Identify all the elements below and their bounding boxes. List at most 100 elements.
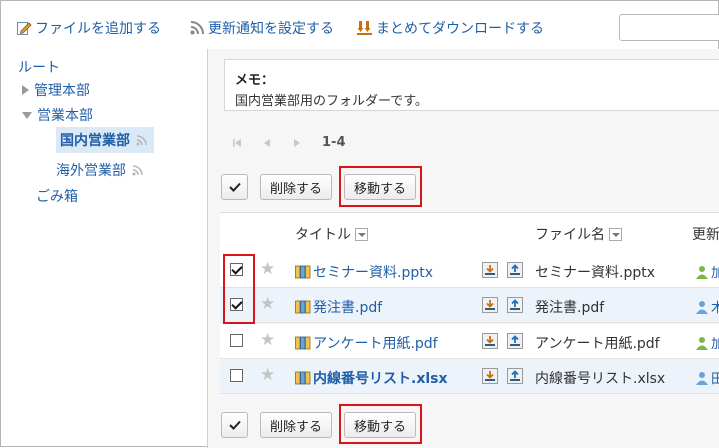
column-title[interactable]: タイトル	[295, 224, 368, 244]
select-all-button-bottom[interactable]	[221, 412, 248, 438]
updater-name: 田	[711, 372, 719, 387]
download-file-icon[interactable]	[482, 297, 498, 313]
file-title: セミナー資料.pptx	[313, 265, 433, 281]
star-icon[interactable]: ★	[260, 330, 275, 350]
tree-root[interactable]: ルート	[18, 57, 60, 77]
pagination: 1-4	[232, 135, 346, 150]
user-icon	[696, 371, 708, 385]
upload-file-icon[interactable]	[507, 333, 523, 349]
highlight-frame	[339, 166, 422, 207]
notify-link[interactable]: 更新通知を設定する	[189, 18, 334, 38]
file-icon	[295, 265, 311, 279]
row-checkbox[interactable]	[230, 334, 243, 347]
file-icon	[295, 371, 311, 385]
star-icon[interactable]: ★	[260, 259, 275, 279]
column-updated-label: 更新	[692, 227, 719, 243]
notify-label: 更新通知を設定する	[208, 21, 334, 37]
notification-icon	[136, 135, 147, 146]
bulk-download-link[interactable]: まとめてダウンロードする	[357, 18, 544, 38]
download-file-icon[interactable]	[482, 368, 498, 384]
sort-dropdown-icon[interactable]	[609, 227, 622, 241]
file-title: 発注書.pdf	[313, 300, 383, 316]
column-title-label: タイトル	[295, 227, 351, 243]
download-file-icon[interactable]	[482, 262, 498, 278]
add-file-label: ファイルを追加する	[35, 21, 161, 37]
toolbar: ファイルを追加する 更新通知を設定する まとめてダウンロードする	[1, 1, 719, 47]
updater[interactable]: 木	[695, 297, 719, 316]
delete-button-label: 削除する	[269, 181, 322, 197]
select-all-button[interactable]	[221, 174, 248, 200]
tree-trash-label: ごみ箱	[36, 189, 78, 205]
star-icon[interactable]: ★	[260, 294, 275, 314]
table-row[interactable]: ★ 内線番号リスト.xlsx 内線番号リスト.xlsx 田	[220, 359, 719, 394]
tree-item-label: 海外営業部	[56, 163, 126, 179]
check-icon	[228, 420, 241, 430]
upload-file-icon[interactable]	[507, 297, 523, 313]
delete-button[interactable]: 削除する	[260, 174, 332, 200]
download-file-icon[interactable]	[482, 333, 498, 349]
highlight-frame	[223, 254, 255, 324]
file-name: 発注書.pdf	[535, 300, 605, 316]
expand-icon[interactable]	[22, 85, 29, 95]
page-range: 1-4	[322, 135, 346, 150]
add-file-icon	[17, 22, 32, 35]
upload-file-icon[interactable]	[507, 368, 523, 384]
file-name: セミナー資料.pptx	[535, 265, 655, 281]
updater-name: 加	[711, 266, 719, 281]
tree-item-label: 管理本部	[34, 83, 90, 99]
tree-item-label: 営業本部	[37, 108, 93, 124]
updater[interactable]: 加	[695, 262, 719, 281]
user-icon	[696, 265, 708, 279]
table-header: タイトル ファイル名 更新	[220, 212, 719, 254]
tree-item-overseas-sales[interactable]: 海外営業部	[56, 160, 144, 180]
collapse-icon[interactable]	[22, 111, 32, 119]
next-page-icon[interactable]	[292, 138, 302, 148]
highlight-frame	[339, 404, 422, 444]
prev-page-icon[interactable]	[262, 138, 272, 148]
column-filename-label: ファイル名	[535, 227, 605, 243]
table-row[interactable]: ★ セミナー資料.pptx セミナー資料.pptx 加	[220, 253, 719, 288]
tree-item-admin[interactable]: 管理本部	[22, 80, 90, 100]
memo-text: 国内営業部用のフォルダーです。	[235, 94, 428, 109]
file-icon	[295, 300, 311, 314]
check-icon	[228, 182, 241, 192]
column-updated[interactable]: 更新	[692, 224, 719, 244]
download-icon	[357, 21, 372, 35]
tree-item-trash[interactable]: ごみ箱	[36, 186, 78, 206]
search-input[interactable]	[619, 14, 719, 41]
updater[interactable]: 加	[695, 333, 719, 352]
add-file-link[interactable]: ファイルを追加する	[16, 18, 161, 38]
file-title: 内線番号リスト.xlsx	[313, 371, 448, 387]
delete-button-bottom[interactable]: 削除する	[260, 412, 332, 438]
tree-item-domestic-sales[interactable]: 国内営業部	[56, 127, 154, 153]
updater[interactable]: 田	[695, 368, 719, 387]
tree-item-label: 国内営業部	[60, 133, 130, 149]
notification-icon	[132, 165, 143, 176]
file-title-link[interactable]: 発注書.pdf	[295, 297, 382, 317]
file-name: アンケート用紙.pdf	[535, 336, 660, 352]
table-row[interactable]: ★ 発注書.pdf 発注書.pdf 木	[220, 288, 719, 323]
star-icon[interactable]: ★	[260, 365, 275, 385]
tree-root-label: ルート	[18, 60, 60, 76]
user-icon	[696, 300, 708, 314]
updater-name: 加	[711, 337, 719, 352]
tree-item-sales[interactable]: 営業本部	[22, 105, 93, 125]
file-list-pane: メモ： 国内営業部用のフォルダーです。 1-4 削除する 移動する タイトル フ	[207, 49, 719, 448]
table-row[interactable]: ★ アンケート用紙.pdf アンケート用紙.pdf 加	[220, 324, 719, 359]
folder-memo: メモ： 国内営業部用のフォルダーです。	[224, 59, 719, 111]
memo-title: メモ：	[235, 73, 275, 88]
row-checkbox[interactable]	[230, 369, 243, 382]
user-icon	[696, 336, 708, 350]
file-title-link[interactable]: 内線番号リスト.xlsx	[295, 368, 448, 388]
first-page-icon[interactable]	[232, 138, 242, 148]
upload-file-icon[interactable]	[507, 262, 523, 278]
column-filename[interactable]: ファイル名	[535, 224, 622, 244]
file-title-link[interactable]: セミナー資料.pptx	[295, 262, 433, 282]
file-name: 内線番号リスト.xlsx	[535, 371, 666, 387]
file-title-link[interactable]: アンケート用紙.pdf	[295, 333, 438, 353]
updater-name: 木	[711, 301, 719, 316]
file-title: アンケート用紙.pdf	[313, 336, 438, 352]
file-icon	[295, 336, 311, 350]
delete-button-label: 削除する	[269, 419, 322, 435]
sort-dropdown-icon[interactable]	[355, 227, 368, 241]
